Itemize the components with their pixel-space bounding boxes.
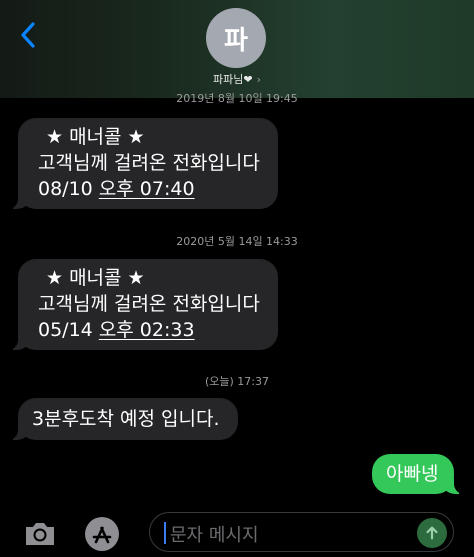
message-date: 08/10 — [38, 178, 93, 200]
message-line: 3분후도착 예정 입니다. — [32, 408, 220, 430]
message-bubble-incoming[interactable]: ★ 매너콜 ★ 고객님께 걸려온 전화입니다 08/10 오후 07:40 — [8, 118, 278, 209]
message-date: 05/14 — [38, 319, 93, 341]
chevron-left-icon[interactable] — [14, 20, 44, 50]
message-input-placeholder: 문자 메시지 — [170, 525, 259, 546]
message-bubble-outgoing[interactable]: 아빠넹 — [372, 454, 464, 494]
message-line: 고객님께 걸려온 전화입니다 — [38, 152, 260, 174]
message-bubble-incoming[interactable]: ★ 매너콜 ★ 고객님께 걸려온 전화입니다 05/14 오후 02:33 — [8, 259, 278, 350]
timestamp: (오늘) 17:37 — [204, 375, 270, 388]
message-bubble-incoming[interactable]: 3분후도착 예정 입니다. — [8, 398, 238, 440]
send-button[interactable] — [417, 518, 447, 548]
timestamp: 2020년 5월 14일 14:33 — [176, 235, 298, 248]
avatar[interactable]: 파 — [206, 8, 266, 68]
message-line-datetime: 08/10 오후 07:40 — [38, 176, 266, 202]
message-line: ★ 매너콜 ★ — [46, 267, 145, 289]
camera-icon[interactable] — [22, 516, 58, 552]
message-time-link[interactable]: 오후 07:40 — [99, 178, 195, 200]
message-input[interactable]: 문자 메시지 — [149, 512, 454, 552]
contact-name: 파파님❤ — [213, 73, 253, 86]
conversation-header: 파 파파님❤ › — [0, 0, 474, 98]
timestamp: 2019년 8월 10일 19:45 — [176, 92, 298, 104]
text-cursor — [164, 522, 166, 544]
chevron-right-icon: › — [256, 72, 261, 86]
contact-name-row[interactable]: 파파님❤ › — [0, 70, 474, 88]
message-line-datetime: 05/14 오후 02:33 — [38, 317, 266, 343]
arrow-up-icon — [426, 526, 438, 540]
message-time-link[interactable]: 오후 02:33 — [99, 319, 195, 341]
message-line: ★ 매너콜 ★ — [46, 126, 145, 148]
message-line: 아빠넹 — [386, 463, 439, 485]
message-line: 고객님께 걸려온 전화입니다 — [38, 293, 260, 315]
app-store-icon[interactable] — [85, 517, 119, 551]
